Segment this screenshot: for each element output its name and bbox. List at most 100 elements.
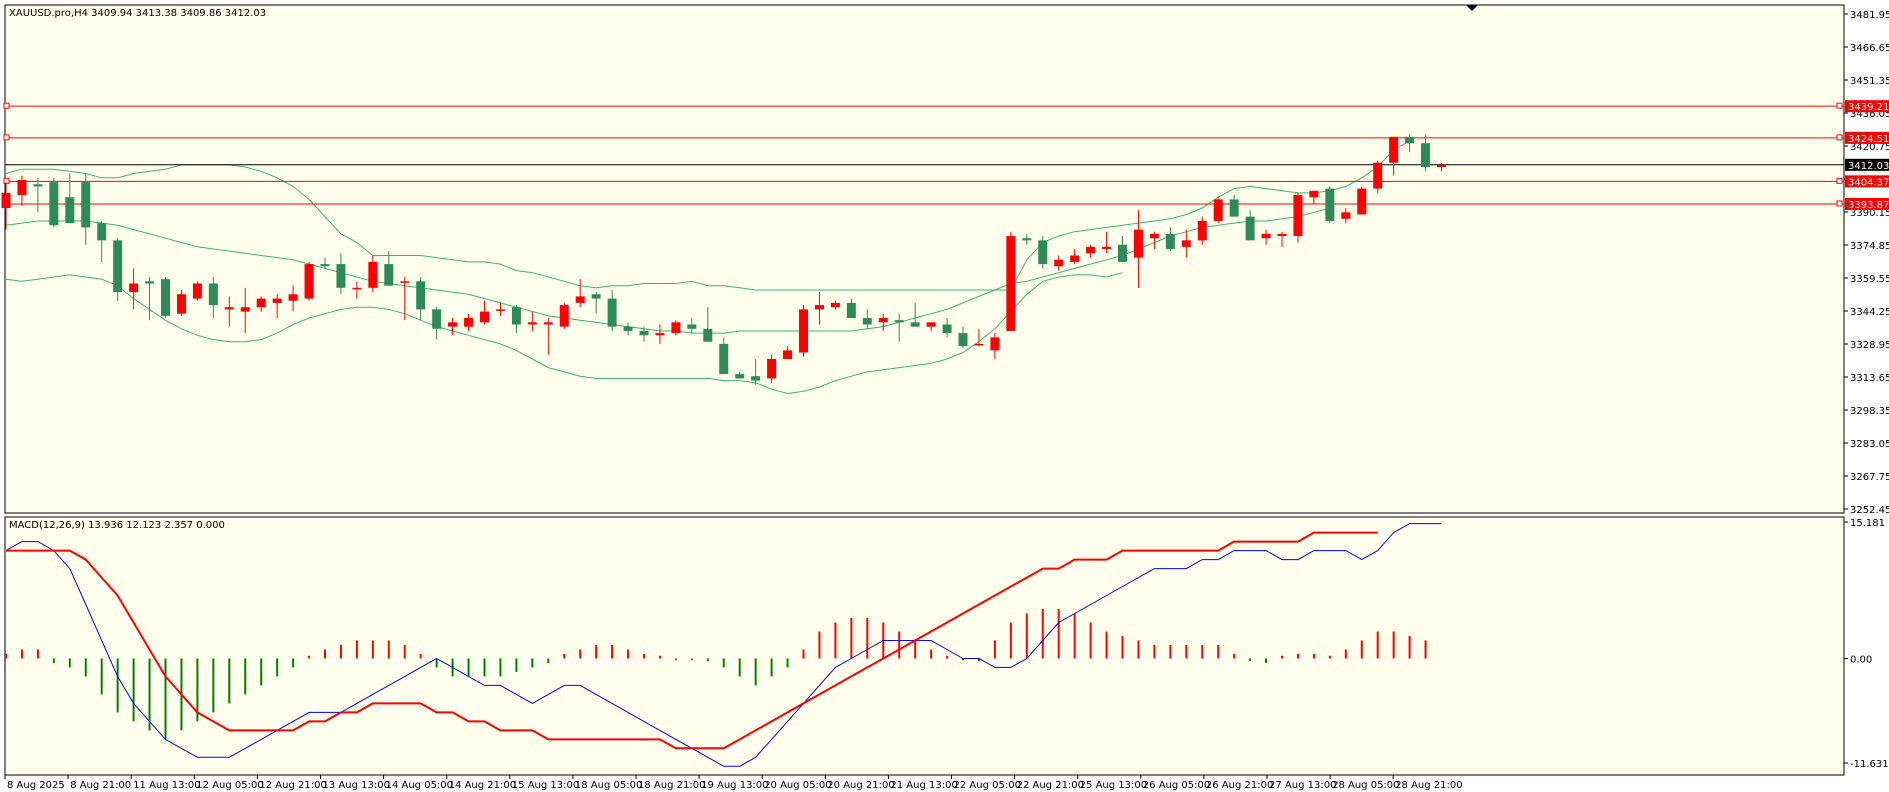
time-tick-label: 28 Aug 05:00 <box>1332 780 1399 791</box>
candle-body <box>97 223 107 241</box>
candle-body <box>942 324 952 334</box>
macd-tick-label: 0.00 <box>1850 654 1872 665</box>
candle-body <box>448 322 458 327</box>
macd-tick-label: 15.181 <box>1850 518 1885 529</box>
candle-body <box>575 296 585 303</box>
macd-pane[interactable] <box>4 516 1845 776</box>
candle-body <box>1149 233 1159 239</box>
price-tick-label: 3359.55 <box>1850 274 1889 285</box>
price-tick-label: 3451.35 <box>1850 76 1889 87</box>
candle-body <box>65 197 75 224</box>
level-handle-left-0 <box>3 102 10 109</box>
candle-body <box>495 309 505 311</box>
candle-body <box>113 240 123 293</box>
candle-body <box>1277 233 1287 237</box>
candle-body <box>846 302 856 319</box>
time-tick-label: 20 Aug 05:00 <box>764 780 831 791</box>
macd-axis: 15.181 0.00 -11.631 <box>1844 518 1889 770</box>
candle-body <box>416 281 426 310</box>
time-tick-label: 21 Aug 13:00 <box>890 780 957 791</box>
price-tick-label: 3267.75 <box>1850 472 1889 483</box>
candle-body <box>639 330 649 336</box>
time-tick-label: 25 Aug 13:00 <box>1080 780 1147 791</box>
candle-body <box>304 264 314 299</box>
candle-body <box>240 307 250 312</box>
time-tick-label: 8 Aug 2025 <box>7 780 65 791</box>
candle-body <box>607 298 617 327</box>
time-tick-label: 15 Aug 13:00 <box>512 780 579 791</box>
candle-body <box>1 192 11 209</box>
candle-body <box>894 320 904 323</box>
candle-body <box>751 376 761 381</box>
candle-body <box>974 343 984 346</box>
candle-body <box>288 294 298 301</box>
price-tick-label: 3298.35 <box>1850 406 1889 417</box>
candle-body <box>559 305 569 327</box>
candle-body <box>910 322 920 327</box>
candle-body <box>384 264 394 286</box>
candle-body <box>1405 136 1415 144</box>
price-pane[interactable] <box>4 4 1845 514</box>
time-tick-label: 19 Aug 13:00 <box>701 780 768 791</box>
candle-body <box>272 298 282 303</box>
candle-body <box>623 326 633 331</box>
candle-body <box>1357 188 1367 215</box>
macd-tick-label: -11.631 <box>1850 759 1889 770</box>
candle-body <box>1213 199 1223 221</box>
candle-body <box>1245 216 1255 241</box>
candle-body <box>208 283 218 306</box>
candle-body <box>1086 246 1096 254</box>
symbol-header: XAUUSD.pro,H4 3409.94 3413.38 3409.86 34… <box>9 8 266 19</box>
candle-body <box>735 374 745 379</box>
candle-body <box>17 179 27 196</box>
candle-body <box>192 283 202 299</box>
time-tick-label: 13 Aug 13:00 <box>323 780 390 791</box>
level-price-label: 3424.51 <box>1848 134 1889 145</box>
candle-body <box>511 307 521 325</box>
candle-body <box>1341 212 1351 219</box>
level-price-label: 3393.87 <box>1848 200 1889 211</box>
price-tick-label: 3328.95 <box>1850 340 1889 351</box>
time-tick-label: 28 Aug 21:00 <box>1395 780 1462 791</box>
time-tick-label: 12 Aug 21:00 <box>259 780 326 791</box>
level-price-label: 3439.21 <box>1848 102 1889 113</box>
candle-body <box>1133 229 1143 258</box>
candle-body <box>224 307 234 310</box>
candle-body <box>527 322 537 325</box>
level-price-label: 3404.37 <box>1848 177 1889 188</box>
candle-body <box>33 184 43 187</box>
candle-body <box>480 311 489 323</box>
candle-body <box>432 309 442 329</box>
time-tick-label: 20 Aug 21:00 <box>827 780 894 791</box>
time-axis: 8 Aug 2025 8 Aug 21:00 11 Aug 13:0012 Aug … <box>4 775 1463 791</box>
candle-body <box>1006 236 1016 331</box>
level-handle-right-1 <box>1836 134 1843 141</box>
candle-body <box>926 322 936 327</box>
candle-body <box>1229 199 1239 217</box>
price-tick-label: 3466.65 <box>1850 43 1889 54</box>
candle-body <box>1261 233 1271 239</box>
candle-body <box>783 350 793 359</box>
current-price-label: 3412.03 <box>1848 161 1889 172</box>
candle-body <box>799 309 808 353</box>
time-tick-label: 22 Aug 05:00 <box>954 780 1021 791</box>
candle-body <box>591 294 601 299</box>
candle-body <box>814 305 824 310</box>
level-handle-right-3 <box>1836 200 1843 207</box>
level-handle-left-1 <box>3 134 10 141</box>
candle-body <box>145 281 155 284</box>
candle-body <box>81 182 91 228</box>
time-tick-label: 22 Aug 21:00 <box>1017 780 1084 791</box>
time-tick-label: 26 Aug 21:00 <box>1206 780 1273 791</box>
time-tick-label: 8 Aug 21:00 <box>70 780 131 791</box>
candle-body <box>671 322 681 334</box>
time-tick-label: 18 Aug 05:00 <box>575 780 642 791</box>
price-tick-label: 3252.45 <box>1850 505 1889 516</box>
candle-body <box>352 287 362 290</box>
candle-body <box>655 333 665 336</box>
candle-body <box>958 333 968 347</box>
time-tick-label: 12 Aug 05:00 <box>196 780 263 791</box>
time-tick-label: 27 Aug 13:00 <box>1269 780 1336 791</box>
candle-body <box>1165 233 1175 249</box>
candle-body <box>830 302 840 308</box>
